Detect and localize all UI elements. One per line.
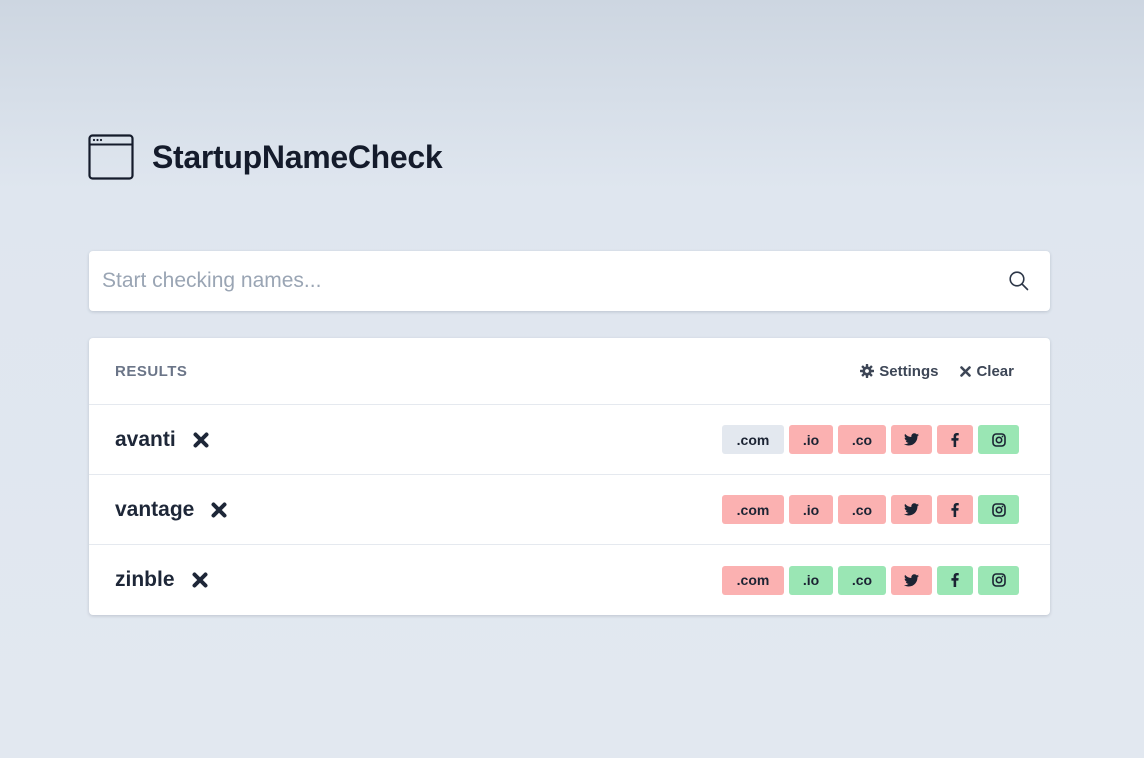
- browser-window-icon: [88, 134, 134, 180]
- availability-badges: .com .io .co: [722, 425, 1019, 454]
- badge-label: .co: [851, 572, 873, 588]
- instagram-icon: [991, 502, 1006, 517]
- badge-com[interactable]: .com: [722, 495, 784, 524]
- badge-com[interactable]: .com: [722, 425, 784, 454]
- badge-instagram[interactable]: [978, 425, 1019, 454]
- results-card: RESULTS Settings Clear avanti .com .io .…: [89, 338, 1050, 615]
- clear-label: Clear: [976, 362, 1014, 380]
- badge-facebook[interactable]: [937, 495, 973, 524]
- result-name: zinble: [115, 568, 175, 591]
- remove-icon[interactable]: [192, 572, 208, 588]
- badge-instagram[interactable]: [978, 495, 1019, 524]
- badge-label: .com: [736, 431, 770, 448]
- app-title: StartupNameCheck: [152, 138, 443, 175]
- results-list: avanti .com .io .co vantage .com .io .co zin…: [89, 405, 1050, 615]
- result-row: zinble .com .io .co: [89, 545, 1050, 615]
- settings-button[interactable]: Settings: [860, 363, 938, 380]
- badge-label: .io: [802, 501, 820, 518]
- facebook-icon: [951, 432, 959, 447]
- badge-twitter[interactable]: [891, 565, 932, 595]
- badge-label: .co: [851, 501, 873, 518]
- twitter-icon: [904, 433, 919, 446]
- badge-twitter[interactable]: [891, 495, 932, 524]
- badge-twitter[interactable]: [891, 425, 932, 454]
- badge-io[interactable]: .io: [789, 425, 833, 454]
- clear-button[interactable]: Clear: [960, 363, 1014, 380]
- facebook-icon: [951, 502, 959, 517]
- badge-co[interactable]: .co: [838, 425, 886, 454]
- search-input[interactable]: [102, 269, 1008, 293]
- result-name: vantage: [115, 497, 195, 521]
- facebook-icon: [951, 573, 959, 587]
- result-row: avanti .com .io .co: [89, 405, 1050, 475]
- instagram-icon: [991, 573, 1006, 587]
- availability-badges: .com .io .co: [722, 495, 1019, 524]
- badge-co[interactable]: .co: [838, 565, 886, 595]
- badge-instagram[interactable]: [978, 565, 1019, 595]
- twitter-icon: [904, 503, 919, 516]
- search-box[interactable]: [89, 251, 1050, 311]
- results-header: RESULTS Settings Clear: [89, 338, 1050, 405]
- badge-label: .io: [802, 431, 820, 448]
- instagram-icon: [991, 432, 1006, 447]
- remove-icon[interactable]: [211, 502, 227, 518]
- remove-icon[interactable]: [193, 432, 209, 448]
- result-name: avanti: [115, 427, 176, 451]
- badge-facebook[interactable]: [937, 425, 973, 454]
- result-row: vantage .com .io .co: [89, 475, 1050, 545]
- badge-label: .co: [851, 431, 873, 448]
- search-icon[interactable]: [1008, 270, 1030, 292]
- badge-io[interactable]: .io: [789, 495, 833, 524]
- twitter-icon: [904, 573, 919, 586]
- badge-co[interactable]: .co: [838, 495, 886, 524]
- badge-io[interactable]: .io: [789, 565, 833, 595]
- badge-label: .com: [736, 501, 770, 518]
- close-icon: [960, 365, 972, 377]
- badge-label: .com: [736, 572, 770, 588]
- results-title: RESULTS: [115, 362, 188, 380]
- badge-facebook[interactable]: [937, 565, 973, 595]
- settings-label: Settings: [879, 362, 939, 380]
- badge-label: .io: [802, 572, 820, 588]
- badge-com[interactable]: .com: [722, 565, 784, 595]
- app-header: StartupNameCheck: [88, 134, 443, 180]
- gear-icon: [860, 364, 875, 378]
- availability-badges: .com .io .co: [722, 565, 1019, 595]
